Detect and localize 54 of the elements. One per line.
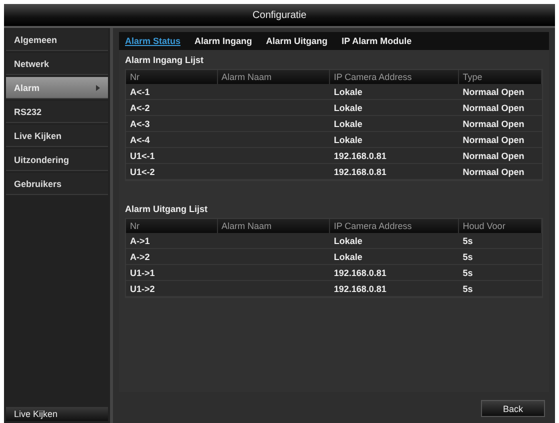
table-cell: 192.168.0.81 [330, 281, 459, 297]
list-title: Alarm Uitgang Lijst [125, 203, 209, 216]
tab[interactable]: Alarm Ingang [194, 36, 252, 46]
table-cell: 5s [458, 265, 542, 281]
list-title: Alarm Ingang Lijst [125, 54, 205, 67]
table-cell: A->2 [126, 249, 218, 265]
table-cell: Normaal Open [458, 148, 542, 164]
table-cell: 5s [458, 281, 542, 297]
table-cell: 192.168.0.81 [330, 265, 459, 281]
column-header: Nr [126, 219, 218, 233]
column-header: Houd Voor [458, 219, 542, 233]
table-cell: Lokale [330, 249, 459, 265]
sidebar-item[interactable]: Uitzondering [6, 149, 108, 171]
table-cell: 192.168.0.81 [330, 148, 459, 164]
column-header: Alarm Naam [218, 70, 330, 84]
column-header: Alarm Naam [218, 219, 330, 233]
column-header: Type [458, 70, 542, 84]
column-header: IP Camera Address [330, 70, 459, 84]
table-cell: Lokale [330, 116, 459, 132]
table-cell: U1->1 [126, 265, 218, 281]
table-cell: A->1 [126, 233, 218, 249]
table-cell: Normaal Open [458, 164, 542, 180]
column-header: IP Camera Address [330, 219, 459, 233]
table-cell: Lokale [330, 100, 459, 116]
table-cell: Normaal Open [458, 100, 542, 116]
table-cell: U1<-2 [126, 164, 218, 180]
table-cell: Normaal Open [458, 132, 542, 148]
sidebar-item[interactable]: Live Kijken [6, 125, 108, 147]
table-cell: 5s [458, 233, 542, 249]
sidebar-item[interactable]: Netwerk [6, 53, 108, 75]
column-header: Nr [126, 70, 218, 84]
table-cell: 5s [458, 249, 542, 265]
tab[interactable]: Alarm Status [125, 36, 181, 46]
table-cell: A<-2 [126, 100, 218, 116]
tab[interactable]: Alarm Uitgang [266, 36, 328, 46]
table-cell: A<-1 [126, 84, 218, 100]
sidebar-item[interactable]: RS232 [6, 101, 108, 123]
table-cell: Lokale [330, 233, 459, 249]
table-cell: Normaal Open [458, 84, 542, 100]
table-cell: Normaal Open [458, 116, 542, 132]
sidebar-item[interactable]: Algemeen [6, 29, 108, 51]
tab[interactable]: IP Alarm Module [342, 36, 412, 46]
table-cell: A<-4 [126, 132, 218, 148]
window-title: Configuratie [4, 4, 555, 26]
table-cell: A<-3 [126, 116, 218, 132]
table-cell: Lokale [330, 84, 459, 100]
live-view-button[interactable]: Live Kijken [6, 407, 108, 421]
table-cell: 192.168.0.81 [330, 164, 459, 180]
table-cell: U1<-1 [126, 148, 218, 164]
back-button[interactable]: Back [481, 400, 545, 417]
sidebar-item[interactable]: Gebruikers [6, 173, 108, 195]
arrow-icon [96, 84, 100, 90]
table-cell: U1->2 [126, 281, 218, 297]
table-cell: Lokale [330, 132, 459, 148]
